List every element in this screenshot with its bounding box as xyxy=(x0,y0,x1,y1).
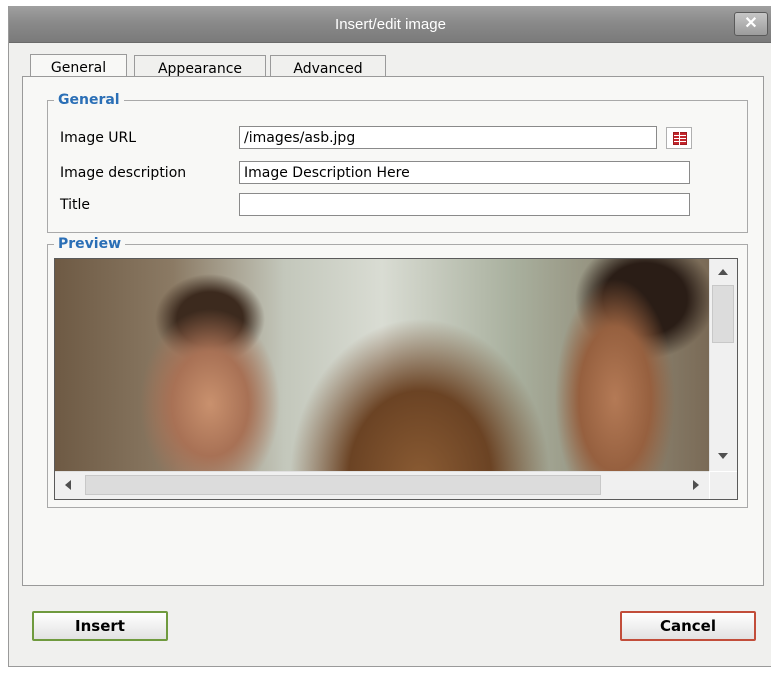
dialog-titlebar[interactable]: Insert/edit image ✕ xyxy=(9,6,771,43)
image-url-input[interactable] xyxy=(239,126,657,149)
scroll-right-icon[interactable] xyxy=(693,480,699,490)
dialog-title: Insert/edit image xyxy=(335,16,446,33)
scroll-up-icon[interactable] xyxy=(718,269,728,275)
image-preview-frame xyxy=(54,258,738,500)
vertical-scroll-thumb[interactable] xyxy=(712,285,734,343)
insert-button[interactable]: Insert xyxy=(32,611,168,641)
preview-legend: Preview xyxy=(58,236,122,252)
close-icon[interactable]: ✕ xyxy=(734,12,768,36)
title-input[interactable] xyxy=(239,193,690,216)
image-url-label: Image URL xyxy=(60,130,137,146)
vertical-scrollbar[interactable] xyxy=(709,259,737,471)
horizontal-scroll-thumb[interactable] xyxy=(85,475,601,495)
image-description-input[interactable] xyxy=(239,161,690,184)
cancel-button[interactable]: Cancel xyxy=(620,611,756,641)
image-description-label: Image description xyxy=(60,165,187,181)
general-legend: General xyxy=(58,92,120,108)
scroll-down-icon[interactable] xyxy=(718,453,728,459)
preview-image xyxy=(55,259,709,471)
title-label: Title xyxy=(60,197,91,213)
horizontal-scrollbar[interactable] xyxy=(55,471,709,499)
browse-icon[interactable] xyxy=(666,127,692,149)
scrollbar-corner xyxy=(710,472,737,499)
scroll-left-icon[interactable] xyxy=(65,480,71,490)
browse-grid-icon xyxy=(673,132,687,145)
